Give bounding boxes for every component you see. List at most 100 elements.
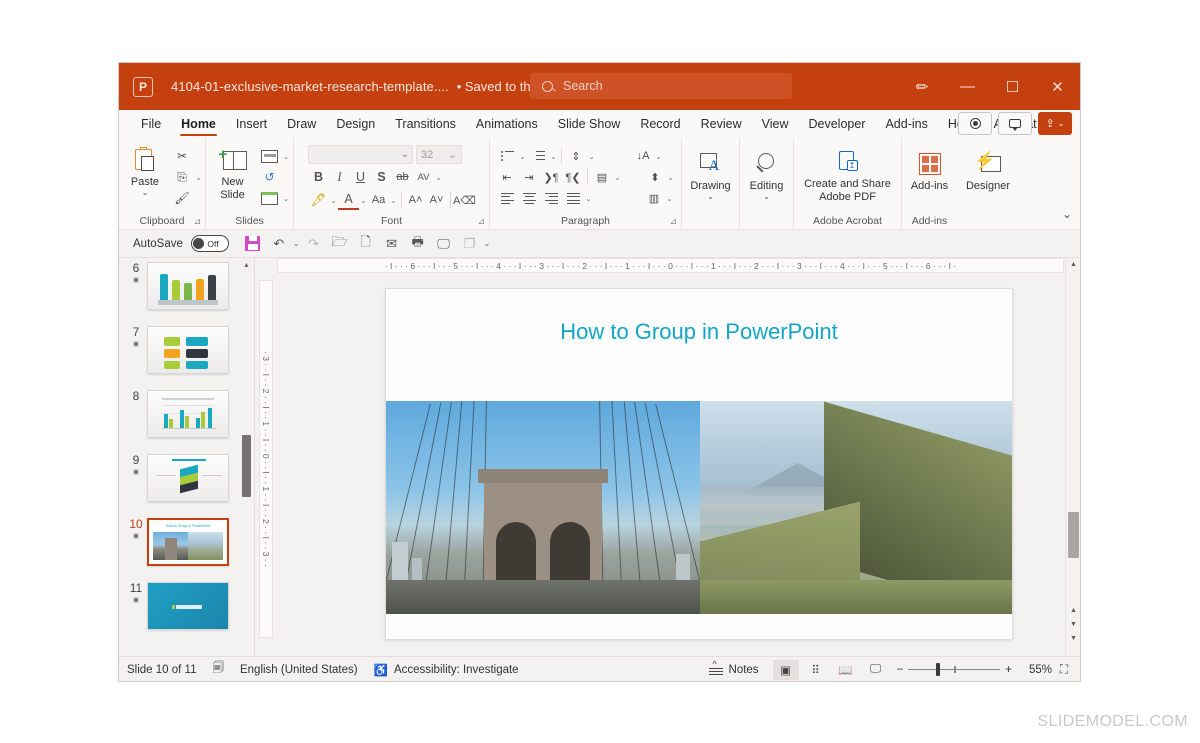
slide-canvas[interactable]: How to Group in PowerPoint [385, 288, 1013, 640]
minimize-button[interactable]: — [945, 63, 990, 110]
thumbnail-item-9[interactable]: 9 ✶ [119, 450, 254, 514]
image-brooklyn-bridge[interactable] [386, 401, 700, 614]
tab-home[interactable]: Home [171, 110, 226, 138]
tab-review[interactable]: Review [691, 110, 752, 138]
slide-title-textbox[interactable]: How to Group in PowerPoint [386, 319, 1012, 345]
save-button[interactable] [241, 232, 265, 256]
strikethrough-button[interactable]: ab [392, 167, 413, 187]
reset-icon[interactable]: ↺ [259, 168, 281, 187]
chevron-down-icon[interactable]: ⌄ [665, 194, 674, 203]
chevron-down-icon[interactable]: ⌄ [389, 196, 398, 205]
editing-button[interactable]: Editing ⌄ [743, 142, 791, 201]
start-slideshow-button[interactable]: 🖵 [432, 232, 456, 256]
chevron-down-icon[interactable]: ⌄ [282, 194, 291, 203]
thumbnail-preview[interactable] [147, 262, 229, 310]
section-icon[interactable] [259, 189, 281, 208]
chevron-down-icon[interactable]: ⌄ [194, 173, 203, 182]
copy-icon[interactable]: ⎘ [171, 168, 193, 187]
chevron-down-icon[interactable]: ⌄ [549, 152, 558, 161]
chevron-down-icon[interactable]: ⌄ [329, 196, 338, 205]
character-spacing-button[interactable]: AV [413, 167, 434, 187]
line-spacing-button[interactable]: ⇕ [565, 146, 587, 166]
drawing-button[interactable]: A Drawing ⌄ [686, 142, 736, 201]
slide-counter[interactable]: Slide 10 of 11 [127, 664, 196, 676]
chevron-down-icon[interactable]: ⌄ [587, 152, 596, 161]
slideshow-view-button[interactable]: 🖵 [863, 660, 889, 680]
zoom-slider[interactable]: − + [897, 664, 1012, 676]
slide-sorter-button[interactable]: ⠿ [803, 660, 829, 680]
thumbnail-item-10[interactable]: 10 ✶ How to Group in PowerPoint [119, 514, 254, 578]
new-file-button[interactable]: 🗋 [354, 232, 378, 256]
document-title[interactable]: 4104-01-exclusive-market-research-templa… [171, 79, 449, 94]
change-case-button[interactable]: Aa [368, 190, 389, 210]
maximize-button[interactable]: ☐ [990, 63, 1035, 110]
zoom-out-button[interactable]: − [897, 664, 904, 676]
font-name-input[interactable]: ⌄ [308, 145, 413, 164]
fit-to-window-button[interactable]: ⛶ [1056, 662, 1072, 678]
columns-button[interactable]: ▤ [591, 167, 613, 187]
tab-draw[interactable]: Draw [277, 110, 326, 138]
bold-button[interactable]: B [308, 167, 329, 187]
align-left-button[interactable] [496, 188, 518, 208]
pen-icon[interactable]: ✎ [900, 63, 945, 110]
chevron-down-icon[interactable]: ⌄ [293, 239, 300, 248]
thumbnail-preview[interactable] [147, 326, 229, 374]
thumbnail-preview-selected[interactable]: How to Group in PowerPoint [147, 518, 229, 566]
chevron-down-icon[interactable]: ⌄ [666, 173, 675, 182]
zoom-in-button[interactable]: + [1005, 664, 1012, 676]
collapse-ribbon-button[interactable]: ⌄ [1062, 207, 1072, 221]
add-ins-button[interactable]: Add-ins [906, 142, 954, 193]
duplicate-button[interactable]: ❐ [458, 232, 482, 256]
thumbnail-scrollbar[interactable]: ▲ [241, 260, 252, 654]
font-color-button[interactable]: A [338, 190, 359, 210]
scrollbar-thumb[interactable] [242, 435, 251, 497]
chevron-down-icon[interactable]: ⌄ [518, 152, 527, 161]
next-slide-button[interactable]: ▼ [1066, 621, 1080, 628]
paste-button[interactable]: Paste ⌄ [121, 144, 169, 197]
scroll-up-arrow-icon[interactable]: ▲ [241, 260, 252, 271]
tab-file[interactable]: File [131, 110, 171, 138]
chevron-down-icon[interactable]: ⌄ [613, 173, 622, 182]
ltr-text-button[interactable]: ❯¶ [540, 167, 562, 187]
new-slide-button[interactable]: + New Slide [209, 144, 257, 201]
italic-button[interactable]: I [329, 167, 350, 187]
email-button[interactable]: ✉ [380, 232, 404, 256]
slide-vertical-scrollbar[interactable]: ▲ ▲ ▼ ▼ [1065, 258, 1080, 656]
numbering-button[interactable] [527, 146, 549, 166]
thumbnail-preview[interactable] [147, 582, 229, 630]
zoom-track[interactable] [908, 669, 1000, 671]
increase-indent-button[interactable]: ⇥ [518, 167, 540, 187]
image-mountain-landscape[interactable] [700, 401, 1013, 614]
zoom-handle[interactable] [936, 663, 940, 676]
accessibility-status[interactable]: ♿ Accessibility: Investigate [374, 663, 519, 677]
chevron-down-icon[interactable]: ⌄ [434, 173, 443, 182]
open-button[interactable]: 🗁 [328, 232, 352, 256]
undo-button[interactable]: ↶ [267, 232, 291, 256]
share-button[interactable]: ⇪ ⌄ [1038, 112, 1072, 135]
increase-font-size-button[interactable]: A˄ [405, 190, 426, 210]
thumbnail-item-11[interactable]: 11 ✶ [119, 578, 254, 642]
scroll-up-arrow-icon[interactable]: ▲ [1066, 258, 1080, 272]
chevron-down-icon[interactable]: ⌄ [584, 194, 593, 203]
thumbnail-item-6[interactable]: 6 ✶ [119, 258, 254, 322]
normal-view-button[interactable]: ▣ [773, 660, 799, 680]
previous-slide-button[interactable]: ▲ [1066, 607, 1080, 614]
tab-animations[interactable]: Animations [466, 110, 548, 138]
clipboard-dialog-launcher[interactable]: ⊿ [193, 216, 201, 227]
slide-images-group[interactable] [386, 401, 1013, 614]
font-size-input[interactable]: 32 ⌄ [416, 145, 462, 164]
tab-view[interactable]: View [752, 110, 799, 138]
decrease-indent-button[interactable]: ⇤ [496, 167, 518, 187]
thumbnail-item-7[interactable]: 7 ✶ [119, 322, 254, 386]
chevron-down-icon[interactable]: ⌄ [359, 196, 368, 205]
chevron-down-icon[interactable]: ⌄ [282, 152, 291, 161]
search-input[interactable]: Search [530, 73, 792, 99]
designer-button[interactable]: ⚡ Designer [960, 142, 1016, 193]
thumbnail-preview[interactable] [147, 454, 229, 502]
tab-developer[interactable]: Developer [798, 110, 875, 138]
clear-formatting-button[interactable]: A⌫ [454, 190, 475, 210]
customize-quick-access-toolbar-button[interactable]: ⌄ [484, 239, 491, 248]
tab-insert[interactable]: Insert [226, 110, 277, 138]
notes-button[interactable]: Notes [709, 664, 759, 676]
rtl-text-button[interactable]: ¶❮ [562, 167, 584, 187]
